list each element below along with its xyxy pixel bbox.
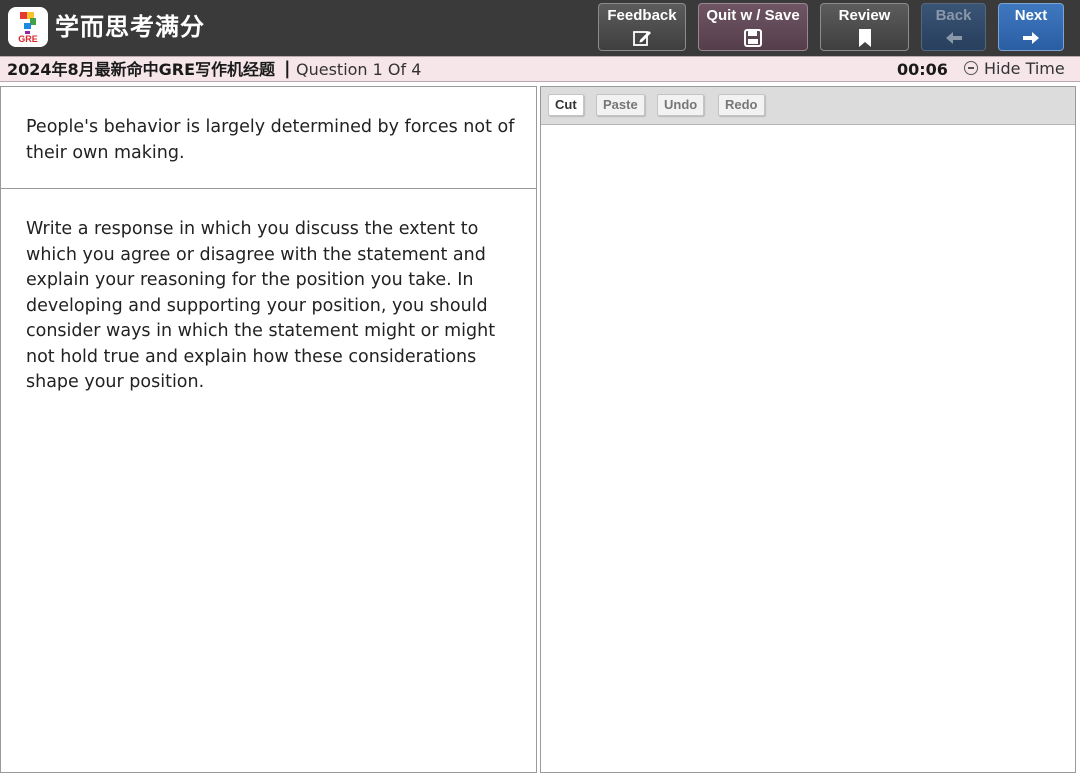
quit-save-button[interactable]: Quit w / Save: [698, 3, 808, 51]
next-label: Next: [1014, 7, 1048, 24]
editor-toolbar: Cut Paste Undo Redo: [541, 87, 1075, 125]
hide-time-label: Hide Time: [984, 59, 1065, 78]
back-button[interactable]: Back: [921, 3, 986, 51]
response-textarea[interactable]: [541, 126, 1075, 772]
exam-info-bar: 2024年8月最新命中GRE写作机经题 | Question 1 Of 4 00…: [0, 56, 1080, 82]
feedback-label: Feedback: [607, 7, 677, 24]
minus-circle-icon: [964, 61, 978, 75]
prompt-statement: People's behavior is largely determined …: [26, 117, 515, 163]
prompt-instructions: Write a response in which you discuss th…: [26, 219, 496, 392]
arrow-left-icon: [945, 32, 962, 44]
feedback-button[interactable]: Feedback: [598, 3, 686, 51]
next-button[interactable]: Next: [998, 3, 1064, 51]
response-pane: Cut Paste Undo Redo: [540, 86, 1076, 773]
question-counter: Question 1 Of 4: [296, 60, 422, 79]
question-pane: People's behavior is largely determined …: [0, 86, 537, 773]
undo-button[interactable]: Undo: [657, 94, 705, 116]
edit-icon: [633, 31, 651, 46]
exam-title: 2024年8月最新命中GRE写作机经题: [7, 60, 276, 79]
title-separator: |: [284, 58, 291, 79]
timer: 00:06: [897, 60, 948, 79]
top-bar: GRE 学而思考满分 Feedback Quit w / Save Review…: [0, 0, 1080, 56]
back-label: Back: [935, 7, 972, 24]
quit-save-label: Quit w / Save: [706, 7, 800, 24]
arrow-right-icon: [1023, 32, 1039, 44]
paste-button[interactable]: Paste: [596, 94, 645, 116]
logo-label: GRE: [18, 34, 38, 44]
save-icon: [744, 29, 762, 47]
app-logo: GRE: [8, 7, 48, 47]
brand-name: 学而思考满分: [55, 13, 205, 41]
review-button[interactable]: Review: [820, 3, 909, 51]
prompt-box: People's behavior is largely determined …: [1, 87, 536, 189]
redo-button[interactable]: Redo: [718, 94, 765, 116]
hide-time-toggle[interactable]: Hide Time: [964, 59, 1065, 81]
cut-button[interactable]: Cut: [548, 94, 584, 116]
review-label: Review: [838, 7, 891, 24]
bookmark-icon: [858, 29, 871, 47]
